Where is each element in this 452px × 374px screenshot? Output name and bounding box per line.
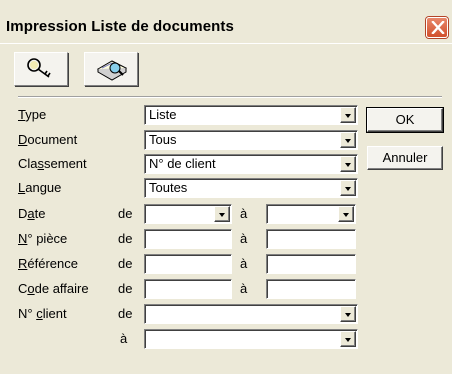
chevron-down-icon[interactable] <box>340 306 356 322</box>
type-value: Liste <box>149 107 177 122</box>
numero-client-from-prep: de <box>118 306 133 321</box>
close-icon <box>431 21 445 34</box>
title-bar: Impression Liste de documents <box>0 0 452 44</box>
date-label: Date <box>18 206 46 221</box>
numero-piece-to-prep: à <box>240 231 248 246</box>
reference-from-field[interactable] <box>144 254 232 274</box>
langue-value: Toutes <box>149 180 188 195</box>
numero-piece-to-field[interactable] <box>266 229 356 249</box>
close-button[interactable] <box>426 17 448 38</box>
type-label: Type <box>18 107 47 122</box>
code-affaire-from-field[interactable] <box>144 279 232 299</box>
numero-client-from-select[interactable] <box>144 304 358 324</box>
reference-from-prep: de <box>118 256 133 271</box>
search-button[interactable] <box>14 52 68 86</box>
numero-piece-from-prep: de <box>118 231 133 246</box>
separator <box>18 96 442 98</box>
date-from-select[interactable] <box>144 204 232 224</box>
numero-client-to-select[interactable] <box>144 329 358 349</box>
print-preview-icon <box>96 60 128 81</box>
chevron-down-icon[interactable] <box>340 180 356 196</box>
classement-label: Classement <box>18 156 87 171</box>
print-preview-button[interactable] <box>84 52 138 86</box>
numero-piece-label: N° pièce <box>18 231 68 246</box>
document-select[interactable]: Tous <box>144 130 358 150</box>
chevron-down-icon[interactable] <box>338 206 354 222</box>
window-title: Impression Liste de documents <box>6 18 234 35</box>
type-select[interactable]: Liste <box>144 105 358 125</box>
annuler-button[interactable]: Annuler <box>367 146 443 170</box>
reference-label: Référence <box>18 256 78 271</box>
date-to-prep: à <box>240 206 248 221</box>
numero-piece-from-field[interactable] <box>144 229 232 249</box>
classement-select[interactable]: N° de client <box>144 154 358 174</box>
document-label: Document <box>18 132 78 147</box>
chevron-down-icon[interactable] <box>214 206 230 222</box>
classement-value: N° de client <box>149 156 216 171</box>
chevron-down-icon[interactable] <box>340 331 356 347</box>
langue-select[interactable]: Toutes <box>144 178 358 198</box>
code-affaire-to-field[interactable] <box>266 279 356 299</box>
code-affaire-to-prep: à <box>240 281 248 296</box>
reference-to-field[interactable] <box>266 254 356 274</box>
code-affaire-from-prep: de <box>118 281 133 296</box>
langue-label: Langue <box>18 180 62 195</box>
document-value: Tous <box>149 132 177 147</box>
numero-client-label: N° client <box>18 306 67 321</box>
search-key-icon <box>27 58 51 78</box>
chevron-down-icon[interactable] <box>340 156 356 172</box>
code-affaire-label: Code affaire <box>18 281 89 296</box>
ok-button[interactable]: OK <box>366 107 444 133</box>
reference-to-prep: à <box>240 256 248 271</box>
chevron-down-icon[interactable] <box>340 132 356 148</box>
chevron-down-icon[interactable] <box>340 107 356 123</box>
numero-client-to-prep: à <box>120 331 128 346</box>
date-to-select[interactable] <box>266 204 356 224</box>
date-from-prep: de <box>118 206 133 221</box>
